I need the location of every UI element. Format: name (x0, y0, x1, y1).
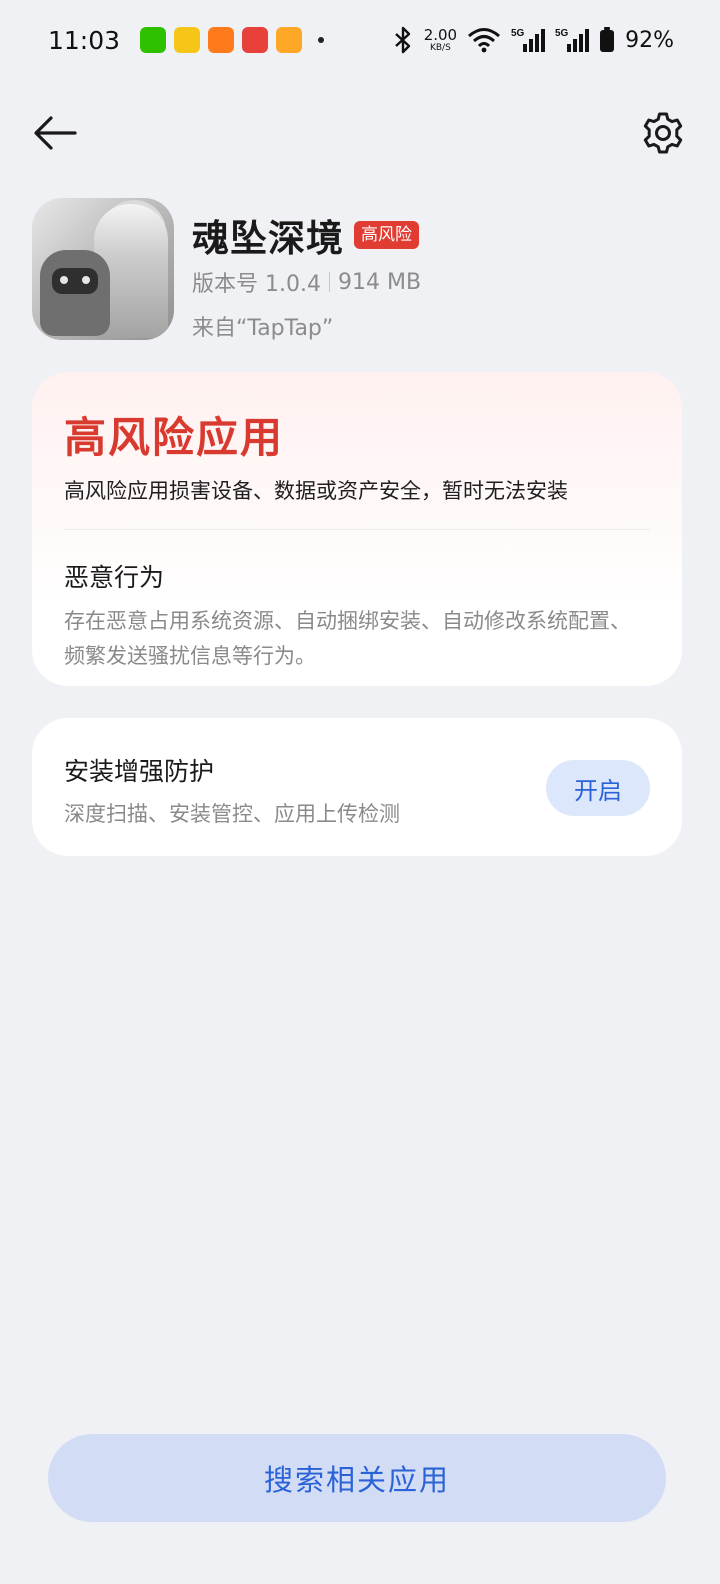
signal-5g-icon-2: 5G (555, 28, 590, 52)
back-arrow-icon (34, 116, 77, 150)
network-speed-unit: KB/S (429, 42, 451, 53)
meta-divider (328, 272, 330, 292)
orange-app-icon (208, 27, 235, 53)
behavior-title: 恶意行为 (64, 563, 165, 592)
more-notifications-dot (318, 37, 325, 43)
warning-description: 高风险应用损害设备、数据或资产安全，暂时无法安装 (64, 479, 568, 503)
network-speed: 2.00 KB/S (423, 25, 458, 53)
status-left: 11:03 (48, 25, 325, 55)
protection-card: 安装增强防护 深度扫描、安装管控、应用上传检测 开启 (32, 718, 682, 856)
meta-row: 版本号 1.0.4 914 MB (192, 266, 421, 298)
app-icon (32, 198, 174, 340)
svg-text:5G: 5G (511, 28, 525, 39)
search-related-apps-button[interactable]: 搜索相关应用 (48, 1434, 666, 1522)
enable-protection-button[interactable]: 开启 (546, 760, 650, 816)
app-info: 魂坠深境 高风险 版本号 1.0.4 914 MB 来自“TapTap” (32, 198, 688, 342)
robot-eye-right (82, 276, 90, 284)
robot-visor (52, 268, 98, 294)
network-speed-value: 2.00 (423, 25, 458, 44)
wifi-icon (468, 28, 501, 53)
app-version: 版本号 1.0.4 (192, 272, 321, 297)
risk-badge: 高风险 (354, 220, 419, 250)
game-app-icon (242, 27, 269, 53)
app-details: 魂坠深境 高风险 版本号 1.0.4 914 MB 来自“TapTap” (192, 198, 421, 342)
risk-warning-card: 高风险应用 高风险应用损害设备、数据或资产安全，暂时无法安装 恶意行为 存在恶意… (32, 372, 682, 686)
settings-button[interactable] (638, 108, 688, 158)
back-button[interactable] (30, 108, 80, 158)
svg-text:5G: 5G (555, 28, 569, 39)
app-icon-robot (40, 250, 110, 336)
reader-app-icon (276, 27, 303, 53)
behavior-description: 存在恶意占用系统资源、自动捆绑安装、自动修改系统配置、频繁发送骚扰信息等行为。 (64, 609, 631, 668)
bluetooth-icon (394, 26, 410, 54)
signal-5g-icon: 5G (511, 28, 546, 52)
battery-icon (600, 27, 615, 52)
app-size: 914 MB (337, 269, 422, 295)
header (0, 100, 720, 164)
robot-eye-left (60, 276, 68, 284)
divider (64, 529, 650, 530)
status-right: 2.00 KB/S 5G 5G 92% (392, 26, 674, 54)
wechat-icon (140, 27, 167, 53)
app-name: 魂坠深境 (192, 217, 344, 260)
title-row: 魂坠深境 高风险 (192, 212, 421, 260)
battery-percentage: 92% (625, 27, 674, 53)
status-bar: 11:03 2.00 KB/S 5G 5G 92% (0, 0, 720, 80)
video-app-icon (174, 27, 201, 53)
status-time: 11:03 (48, 25, 121, 55)
warning-title: 高风险应用 (64, 413, 285, 462)
app-source: 来自“TapTap” (192, 316, 334, 341)
gear-icon (643, 112, 683, 154)
